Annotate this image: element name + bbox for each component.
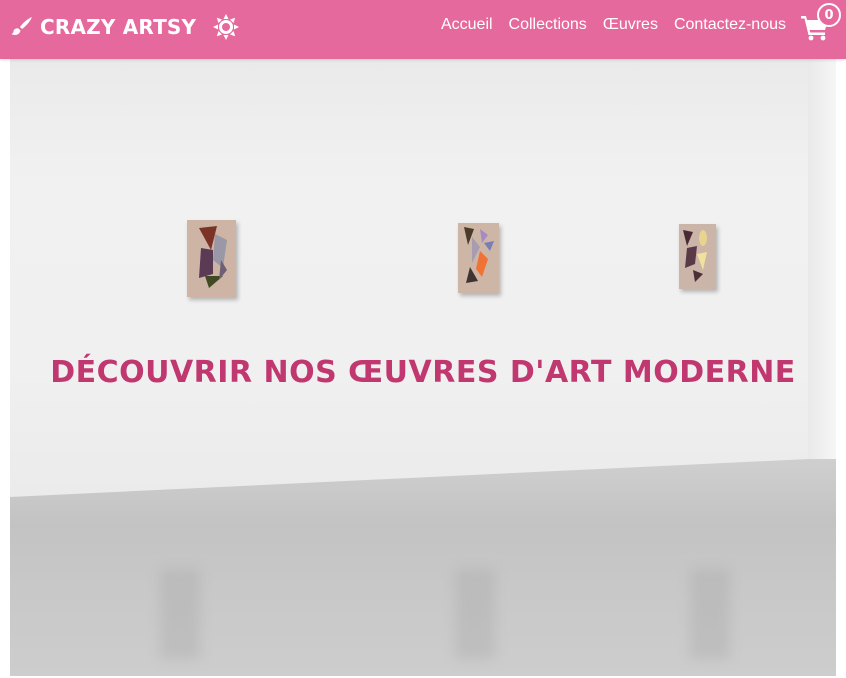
brand-logo-link[interactable]: CRAZY ARTSY <box>10 12 196 42</box>
floor-reflection <box>690 569 730 659</box>
floor-reflection <box>160 569 200 659</box>
nav-links: Accueil Collections Œuvres Contactez-nou… <box>441 16 786 34</box>
nav-link-accueil[interactable]: Accueil <box>441 16 493 34</box>
brand-name: CRAZY ARTSY <box>40 15 197 39</box>
paintbrush-icon <box>11 17 32 35</box>
cart-button[interactable]: 0 <box>801 3 845 46</box>
gallery-painting <box>679 224 716 289</box>
navbar: CRAZY ARTSY Accueil Collections Œuvres C… <box>0 0 846 59</box>
nav-link-oeuvres[interactable]: Œuvres <box>603 16 658 34</box>
gallery-painting <box>458 223 499 293</box>
hero-banner: DÉCOUVRIR NOS ŒUVRES D'ART MODERNE <box>10 59 836 676</box>
nav-link-contact[interactable]: Contactez-nous <box>674 16 786 34</box>
hero-title: DÉCOUVRIR NOS ŒUVRES D'ART MODERNE <box>50 355 796 390</box>
cart-count-badge: 0 <box>817 3 841 27</box>
sun-icon[interactable] <box>212 13 240 41</box>
gallery-painting <box>187 220 236 297</box>
nav-link-collections[interactable]: Collections <box>509 16 587 34</box>
floor-reflection <box>455 569 495 659</box>
